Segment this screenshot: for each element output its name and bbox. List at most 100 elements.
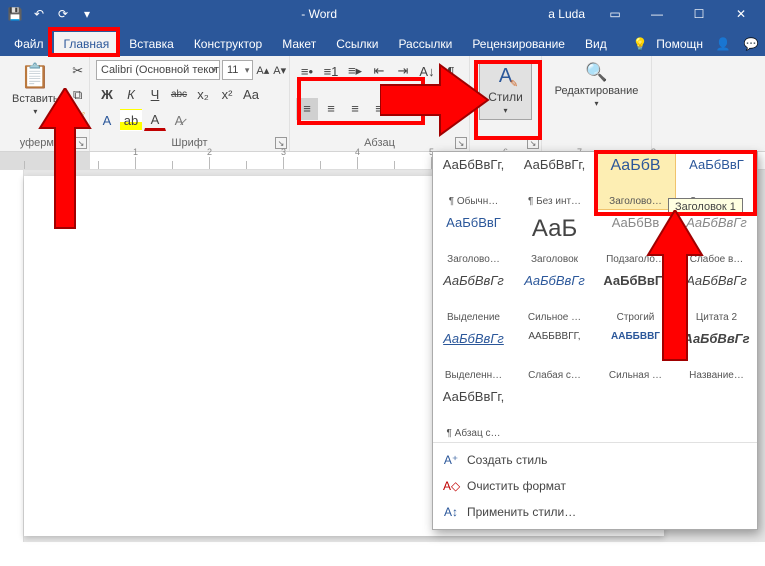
style-preview: АаБбВвГ: [679, 157, 754, 172]
align-right-icon[interactable]: ≡: [344, 98, 366, 120]
style-preview: АаБбВвГг: [517, 273, 592, 288]
multilevel-icon[interactable]: ≡▸: [344, 60, 366, 82]
style-name: Выделенн…: [436, 370, 511, 381]
style-item-8[interactable]: АаБбВвГгВыделение: [433, 268, 514, 326]
sort-icon[interactable]: A↓: [416, 60, 438, 82]
decrease-indent-icon[interactable]: ⇤: [368, 60, 390, 82]
bold-button[interactable]: Ж: [96, 84, 118, 106]
style-name: Название…: [679, 370, 754, 381]
font-name-combo[interactable]: Calibri (Основной текст: [96, 60, 220, 80]
justify-icon[interactable]: ≡: [368, 98, 390, 120]
superscript-button[interactable]: x²: [216, 84, 238, 106]
repeat-icon[interactable]: ⟳: [52, 3, 74, 25]
clipboard-launcher-icon[interactable]: ↘: [75, 137, 87, 149]
style-item-1[interactable]: АаБбВвГг,¶ Без инт…: [514, 152, 595, 210]
cut-icon[interactable]: ✂: [67, 60, 89, 82]
line-spacing-icon[interactable]: ↕≡: [392, 98, 414, 120]
style-preview: ААББВВГ: [598, 331, 673, 342]
comments-icon[interactable]: 💬: [737, 32, 765, 56]
style-name: Слабая с…: [517, 370, 592, 381]
clear-format-item[interactable]: A◇ Очистить формат: [433, 473, 757, 499]
bullets-icon[interactable]: ≡•: [296, 60, 318, 82]
styles-launcher-icon[interactable]: ↘: [527, 137, 539, 149]
style-item-7[interactable]: АаБбВвГгСлабое в…: [676, 210, 757, 268]
style-item-11[interactable]: АаБбВвГгЦитата 2: [676, 268, 757, 326]
tab-design[interactable]: Конструктор: [184, 32, 272, 56]
undo-icon[interactable]: ↶: [28, 3, 50, 25]
create-style-item[interactable]: А⁺ Создать стиль: [433, 447, 757, 473]
styles-icon: A: [499, 65, 512, 88]
style-item-0[interactable]: АаБбВвГг,¶ Обычн…: [433, 152, 514, 210]
style-item-6[interactable]: АаБбВвПодзаголо…: [595, 210, 676, 268]
paste-button[interactable]: 📋 Вставить ▾: [6, 60, 65, 118]
ribbon-options-icon[interactable]: ▭: [595, 0, 635, 28]
group-clipboard-label: уферм на: [6, 135, 83, 149]
italic-button[interactable]: К: [120, 84, 142, 106]
highlight-button[interactable]: ab: [120, 109, 142, 131]
style-item-5[interactable]: АаБЗаголовок: [514, 210, 595, 268]
tab-home[interactable]: Главная: [54, 32, 120, 56]
clear-format-icon[interactable]: A̷: [168, 109, 190, 131]
vertical-ruler[interactable]: [0, 170, 24, 542]
tooltip: Заголовок 1: [668, 198, 743, 216]
show-marks-icon[interactable]: ¶: [440, 60, 462, 82]
style-item-15[interactable]: АаБбВвГгНазвание…: [676, 326, 757, 384]
text-effects-icon[interactable]: A: [96, 109, 118, 131]
style-item-12[interactable]: АаБбВвГгВыделенн…: [433, 326, 514, 384]
increase-indent-icon[interactable]: ⇥: [392, 60, 414, 82]
tab-mailings[interactable]: Рассылки: [388, 32, 462, 56]
tab-help[interactable]: Помощн: [654, 32, 709, 56]
paragraph-launcher-icon[interactable]: ↘: [455, 137, 467, 149]
borders-icon[interactable]: ▦: [440, 98, 462, 120]
editing-button[interactable]: 🔍 Редактирование ▾: [549, 60, 645, 110]
minimize-icon[interactable]: —: [637, 0, 677, 28]
titlebar: 💾 ↶ ⟳ ▾ - Word a Luda ▭ — ☐ ✕: [0, 0, 765, 28]
style-item-10[interactable]: АаБбВвГгСтрогий: [595, 268, 676, 326]
underline-button[interactable]: Ч: [144, 84, 166, 106]
style-preview: АаБбВвГг: [598, 273, 673, 288]
style-item-2[interactable]: АаБбВЗаголово…: [595, 152, 676, 210]
group-font-label: Шрифт: [96, 135, 283, 149]
style-item-13[interactable]: ААББВВГГ,Слабая с…: [514, 326, 595, 384]
tell-me-icon[interactable]: 💡: [626, 32, 654, 56]
align-center-icon[interactable]: ≡: [320, 98, 342, 120]
tab-review[interactable]: Рецензирование: [462, 32, 575, 56]
tab-layout[interactable]: Макет: [272, 32, 326, 56]
shading-icon[interactable]: ◢: [416, 98, 438, 120]
style-preview: АаБбВ: [598, 157, 673, 175]
style-preview: АаБбВвГг,: [436, 389, 511, 404]
subscript-button[interactable]: x₂: [192, 84, 214, 106]
group-font: Calibri (Основной текст 11 A▴ A▾ Ж К Ч a…: [90, 56, 290, 151]
font-color-button[interactable]: A: [144, 109, 166, 131]
user-name[interactable]: a Luda: [540, 7, 593, 21]
quick-access-toolbar: 💾 ↶ ⟳ ▾: [4, 3, 98, 25]
strike-button[interactable]: abc: [168, 84, 190, 106]
change-case-button[interactable]: Aa: [240, 84, 262, 106]
styles-button[interactable]: A Стили ▾: [479, 60, 532, 120]
apply-styles-item[interactable]: А↕ Применить стили…: [433, 499, 757, 525]
save-icon[interactable]: 💾: [4, 3, 26, 25]
tab-references[interactable]: Ссылки: [326, 32, 388, 56]
style-name: Слабое в…: [679, 254, 754, 265]
maximize-icon[interactable]: ☐: [679, 0, 719, 28]
copy-icon[interactable]: ⧉: [67, 84, 89, 106]
shrink-font-icon[interactable]: A▾: [272, 61, 287, 79]
style-item-9[interactable]: АаБбВвГгСильное …: [514, 268, 595, 326]
style-item-14[interactable]: ААББВВГСильная …: [595, 326, 676, 384]
style-item-4[interactable]: АаБбВвГЗаголово…: [433, 210, 514, 268]
style-name: ¶ Абзац с…: [436, 428, 511, 439]
style-name: Заголовок: [517, 254, 592, 265]
format-painter-icon[interactable]: 🖌: [67, 108, 89, 130]
grow-font-icon[interactable]: A▴: [255, 61, 270, 79]
numbering-icon[interactable]: ≡1: [320, 60, 342, 82]
style-item-16[interactable]: АаБбВвГг, ¶ Абзац с…: [433, 384, 514, 442]
tab-insert[interactable]: Вставка: [119, 32, 184, 56]
close-icon[interactable]: ✕: [721, 0, 761, 28]
qat-customize-icon[interactable]: ▾: [76, 3, 98, 25]
share-icon[interactable]: 👤: [709, 32, 737, 56]
tab-view[interactable]: Вид: [575, 32, 617, 56]
style-name: ¶ Обычн…: [436, 196, 511, 207]
font-size-combo[interactable]: 11: [222, 60, 253, 80]
tab-file[interactable]: Файл: [4, 32, 54, 56]
align-left-icon[interactable]: ≡: [296, 98, 318, 120]
